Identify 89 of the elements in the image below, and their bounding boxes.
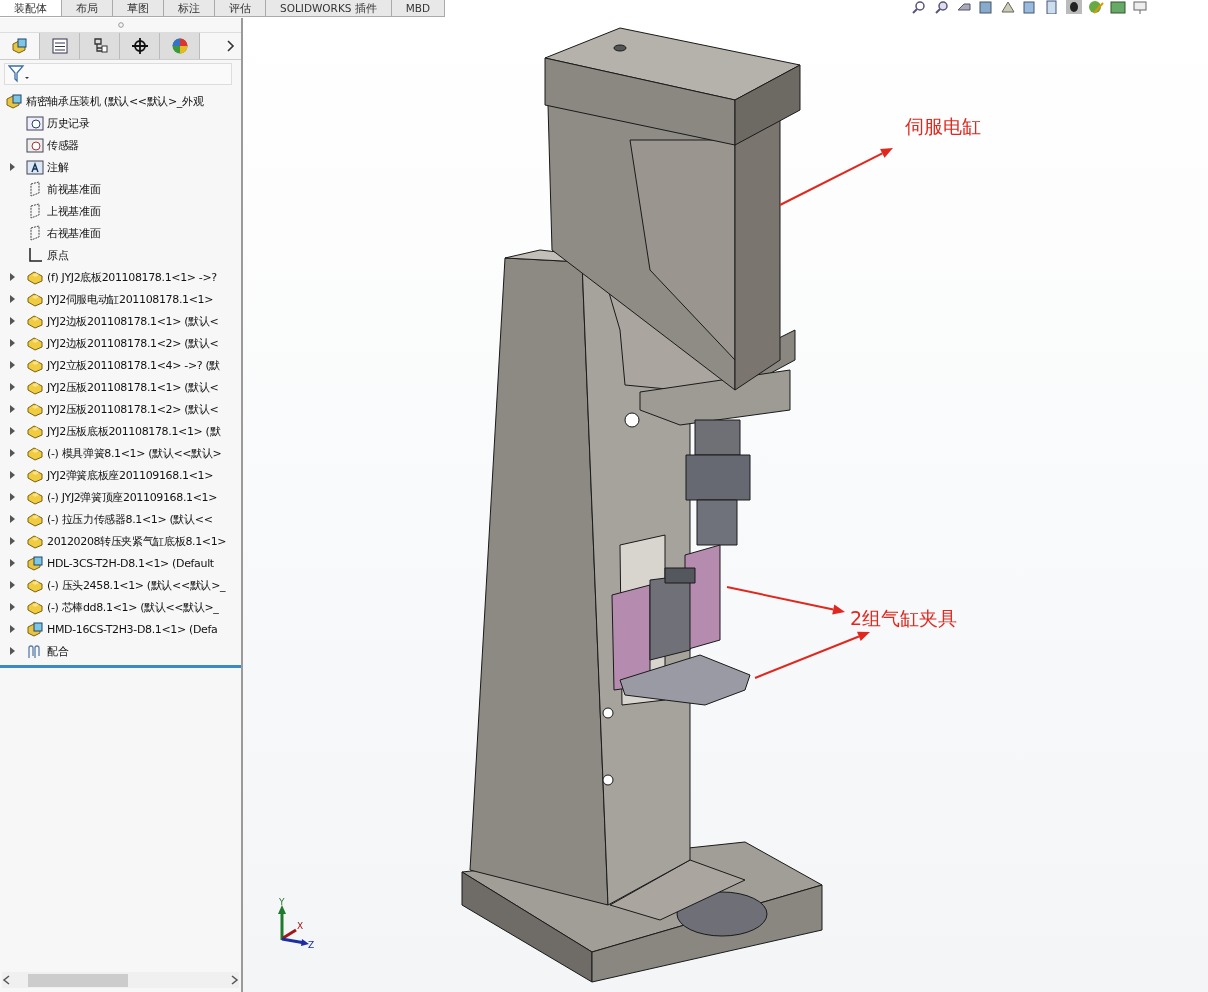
expand-arrow-icon[interactable] [7, 294, 17, 304]
command-tab[interactable]: 装配体 [0, 0, 62, 16]
expand-arrow-icon[interactable] [7, 272, 17, 282]
y-axis-label: Y [279, 897, 285, 907]
part-icon [26, 335, 44, 351]
z-axis-label: Z [308, 940, 315, 950]
expand-arrow-icon[interactable] [7, 338, 17, 348]
sensor-folder-icon [26, 137, 44, 153]
part-icon [26, 599, 44, 615]
tree-item-label[interactable]: 右视基准面 [47, 225, 101, 241]
tree-item-label[interactable]: (-) 拉压力传感器8.1<1> (默认<< [47, 511, 213, 527]
scrollbar-thumb[interactable] [28, 973, 128, 987]
tree-item-label[interactable]: JYJ2边板201108178.1<2> (默认< [47, 335, 219, 351]
part-icon [26, 489, 44, 505]
tree-item-label[interactable]: (-) 模具弹簧8.1<1> (默认<<默认> [47, 445, 222, 461]
expand-arrow-icon[interactable] [7, 580, 17, 590]
part-icon [26, 445, 44, 461]
tree-item-label[interactable]: 原点 [47, 247, 69, 263]
chevron-right-icon[interactable] [227, 40, 235, 52]
expand-arrow-icon[interactable] [7, 558, 17, 568]
monitor-icon[interactable] [1132, 0, 1148, 14]
filter-icon[interactable] [8, 65, 30, 83]
part-icon [26, 533, 44, 549]
part-icon [26, 313, 44, 329]
part-icon [26, 577, 44, 593]
expand-arrow-icon[interactable] [7, 426, 17, 436]
part-icon [26, 511, 44, 527]
part-icon [26, 401, 44, 417]
property-manager-icon [50, 37, 69, 55]
tree-item-label[interactable]: 配合 [47, 643, 69, 659]
expand-arrow-icon[interactable] [7, 404, 17, 414]
expand-arrow-icon[interactable] [7, 316, 17, 326]
part-icon [26, 379, 44, 395]
part-icon [26, 291, 44, 307]
axis-triad-drawing [278, 905, 309, 946]
scroll-left-icon[interactable] [2, 975, 12, 985]
callout-label: 2组气缸夹具 [850, 606, 958, 631]
tree-item-label[interactable]: JYJ2边板201108178.1<1> (默认< [47, 313, 219, 329]
tree-item-label[interactable]: 20120208转压夹紧气缸底板8.1<1> [47, 533, 227, 549]
expand-arrow-icon[interactable] [7, 514, 17, 524]
origin-icon [26, 247, 44, 263]
expand-arrow-icon[interactable] [7, 448, 17, 458]
tree-item-label[interactable]: HDL-3CS-T2H-D8.1<1> (Default [47, 556, 214, 570]
expand-arrow-icon[interactable] [7, 646, 17, 656]
callout-label: 伺服电缸 [905, 114, 981, 139]
tree-item-label[interactable]: (-) 压头2458.1<1> (默认<<默认>_ [47, 577, 226, 593]
tree-item-label[interactable]: HMD-16CS-T2H3-D8.1<1> (Defa [47, 622, 218, 636]
assembly-icon [26, 555, 44, 571]
x-axis-label: X [297, 921, 304, 931]
history-folder-icon [26, 115, 44, 131]
expand-arrow-icon[interactable] [7, 470, 17, 480]
tree-item-label[interactable]: (-) 芯棒dd8.1<1> (默认<<默认>_ [47, 599, 219, 615]
tree-item-label[interactable]: JYJ2弹簧底板座201109168.1<1> [47, 467, 214, 483]
annotation-folder-icon [26, 159, 44, 175]
tree-item-label[interactable]: 历史记录 [47, 115, 90, 131]
panel-tab[interactable] [120, 33, 160, 59]
expand-arrow-icon[interactable] [7, 382, 17, 392]
expand-arrow-icon[interactable] [7, 492, 17, 502]
tree-item-label[interactable]: JYJ2伺服电动缸201108178.1<1> [47, 291, 214, 307]
expand-arrow-icon[interactable] [7, 162, 17, 172]
tree-item-label[interactable]: JYJ2压板201108178.1<2> (默认< [47, 401, 219, 417]
assembly-icon [5, 93, 23, 109]
scroll-right-icon[interactable] [229, 975, 239, 985]
tree-item-label[interactable]: JYJ2立板201108178.1<4> ->? (默 [47, 357, 220, 373]
zoom-to-fit-icon[interactable] [912, 0, 928, 14]
edit-appearance-icon[interactable] [1088, 0, 1104, 14]
splitter-grip-icon[interactable] [117, 22, 124, 28]
crosshair-icon [130, 37, 149, 55]
part-icon [26, 357, 44, 373]
tree-item-label[interactable]: (-) JYJ2弹簧顶座201109168.1<1> [47, 489, 218, 505]
tree-item-label[interactable]: JYJ2压板201108178.1<1> (默认< [47, 379, 219, 395]
tree-item-label[interactable]: 传感器 [47, 137, 79, 153]
tree-item-label[interactable]: 精密轴承压装机 (默认<<默认>_外观 [26, 93, 204, 109]
tree-item-label[interactable]: JYJ2压板底板201108178.1<1> (默 [47, 423, 221, 439]
zoom-area-icon[interactable] [934, 0, 950, 14]
part-icon [26, 423, 44, 439]
appearance-manager-icon [170, 37, 189, 55]
part-icon [26, 269, 44, 285]
part-icon [26, 467, 44, 483]
tree-item-label[interactable]: 前视基准面 [47, 181, 101, 197]
tree-item-label[interactable]: (f) JYJ2底板201108178.1<1> ->? [47, 269, 217, 285]
expand-arrow-icon[interactable] [7, 536, 17, 546]
tree-item-label[interactable]: 注解 [47, 159, 69, 175]
expand-arrow-icon[interactable] [7, 602, 17, 612]
expand-arrow-icon[interactable] [7, 360, 17, 370]
expand-arrow-icon[interactable] [7, 624, 17, 634]
tree-item-label[interactable]: 上视基准面 [47, 203, 101, 219]
assembly-icon [26, 621, 44, 637]
feature-manager-icon [10, 37, 29, 55]
